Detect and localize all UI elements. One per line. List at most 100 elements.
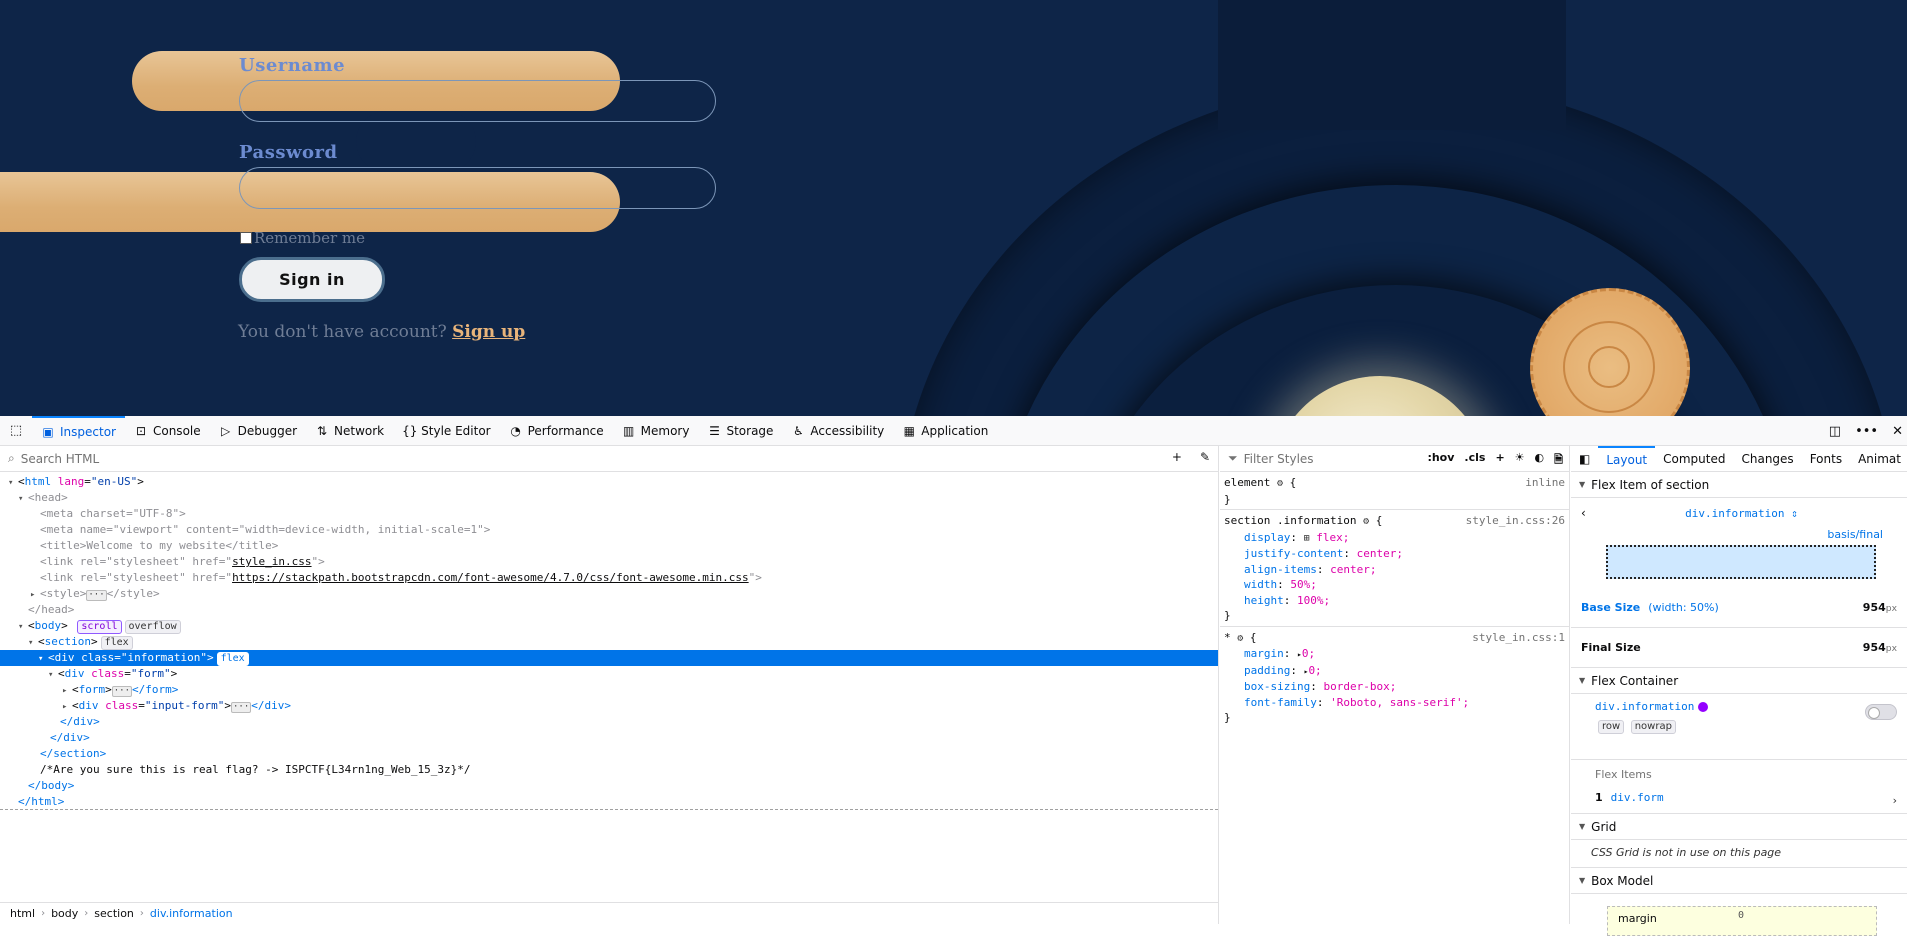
tab-console[interactable]: ⊡ Console bbox=[125, 416, 210, 446]
tab-memory[interactable]: ▥ Memory bbox=[613, 416, 699, 446]
flex-icon[interactable]: ⊞ bbox=[1304, 533, 1310, 544]
more-options-icon[interactable]: ••• bbox=[1855, 424, 1878, 439]
tree-row-link-fa[interactable]: <link rel="stylesheet" href="https://sta… bbox=[0, 570, 1218, 586]
tab-computed[interactable]: Computed bbox=[1655, 446, 1733, 471]
tree-row-style[interactable]: ▸ <style> ··· </style> bbox=[0, 586, 1218, 602]
collapsed-dots-icon[interactable]: ··· bbox=[230, 702, 252, 713]
hov-toggle[interactable]: :hov bbox=[1427, 451, 1454, 470]
css-prop[interactable]: padding: ▸0; bbox=[1224, 663, 1565, 680]
tree-row-head[interactable]: ▾ <head> bbox=[0, 490, 1218, 506]
tab-accessibility[interactable]: ♿ Accessibility bbox=[782, 416, 893, 446]
breadcrumb-html[interactable]: html bbox=[10, 907, 35, 920]
tree-row-body-close[interactable]: </body> bbox=[0, 778, 1218, 794]
tree-row-link-style[interactable]: <link rel="stylesheet" href="style_in.cs… bbox=[0, 554, 1218, 570]
tab-storage[interactable]: ☰ Storage bbox=[698, 416, 782, 446]
sign-up-link[interactable]: Sign up bbox=[452, 322, 525, 342]
tree-row-div-information-close[interactable]: </div> bbox=[0, 730, 1218, 746]
margin-value[interactable]: 0 bbox=[1738, 910, 1744, 921]
dock-icon[interactable]: ◫ bbox=[1829, 424, 1841, 439]
password-input[interactable] bbox=[239, 167, 716, 209]
flex-container-header[interactable]: ▼ Flex Container bbox=[1571, 668, 1907, 694]
add-rule-icon[interactable]: + bbox=[1495, 451, 1504, 470]
flex-highlight-color-icon[interactable] bbox=[1698, 702, 1709, 712]
grid-header[interactable]: ▼ Grid bbox=[1571, 814, 1907, 840]
selector-gear-icon[interactable]: ⚙ bbox=[1363, 516, 1369, 527]
tree-row-comment[interactable]: /*Are you sure this is real flag? -> ISP… bbox=[0, 762, 1218, 778]
css-prop[interactable]: display: ⊞ flex; bbox=[1224, 530, 1565, 547]
tree-row-section[interactable]: ▾ <section> flex bbox=[0, 634, 1218, 650]
close-icon[interactable]: ✕ bbox=[1892, 424, 1903, 439]
collapsed-dots-icon[interactable]: ··· bbox=[111, 686, 133, 697]
overflow-badge[interactable]: overflow bbox=[124, 620, 181, 634]
css-prop[interactable]: width: 50%; bbox=[1224, 577, 1565, 593]
tab-changes[interactable]: Changes bbox=[1733, 446, 1801, 471]
tree-row-div-form-close[interactable]: </div> bbox=[0, 714, 1218, 730]
rule-source[interactable]: inline bbox=[1525, 475, 1565, 491]
css-prop[interactable]: box-sizing: border-box; bbox=[1224, 679, 1565, 695]
tree-row-html-close[interactable]: </html> bbox=[0, 794, 1218, 810]
tab-animations[interactable]: Animat bbox=[1850, 446, 1907, 471]
css-prop[interactable]: margin: ▸0; bbox=[1224, 646, 1565, 663]
search-html-bar[interactable]: ⌕ Search HTML + ✎ bbox=[0, 446, 1218, 472]
tab-network[interactable]: ⇅ Network bbox=[306, 416, 393, 446]
tab-fonts[interactable]: Fonts bbox=[1802, 446, 1850, 471]
tab-layout[interactable]: Layout bbox=[1598, 446, 1656, 471]
tree-row-html[interactable]: ▾ <html lang="en-US"> bbox=[0, 474, 1218, 490]
scroll-badge[interactable]: scroll bbox=[77, 620, 122, 634]
element-picker-icon[interactable]: ⬚ bbox=[0, 416, 32, 446]
css-prop[interactable]: justify-content: center; bbox=[1224, 546, 1565, 562]
flexbox-highlight-toggle[interactable] bbox=[1865, 704, 1897, 720]
tree-row-div-information[interactable]: ▾ <div class="information"> flex bbox=[0, 650, 1218, 666]
selector-gear-icon[interactable]: ⚙ bbox=[1237, 633, 1243, 644]
tree-row-div-input-form[interactable]: ▸ <div class="input-form"> ··· </div> bbox=[0, 698, 1218, 714]
css-prop[interactable]: align-items: center; bbox=[1224, 562, 1565, 578]
cls-toggle[interactable]: .cls bbox=[1464, 451, 1485, 470]
final-size-row: Final Size 954px bbox=[1571, 628, 1907, 668]
tab-debugger[interactable]: ▷ Debugger bbox=[210, 416, 306, 446]
tree-row-meta-viewport[interactable]: <meta name="viewport" content="width=dev… bbox=[0, 522, 1218, 538]
chevron-right-icon[interactable]: › bbox=[1893, 794, 1897, 807]
dark-theme-icon[interactable]: ◐ bbox=[1535, 451, 1545, 470]
filter-styles-bar[interactable]: ⏷ Filter Styles :hov .cls + ☀ ◐ 🗎 bbox=[1220, 446, 1569, 472]
flex-badge-information[interactable]: flex bbox=[216, 652, 249, 666]
remember-checkbox[interactable] bbox=[240, 232, 252, 244]
tree-row-form[interactable]: ▸ <form> ··· </form> bbox=[0, 682, 1218, 698]
search-html-input[interactable]: Search HTML bbox=[21, 452, 99, 466]
username-input[interactable] bbox=[239, 80, 716, 122]
tab-style-editor[interactable]: {} Style Editor bbox=[393, 416, 499, 446]
tree-row-head-close[interactable]: </head> bbox=[0, 602, 1218, 618]
flex-item-entry[interactable]: 1 div.form bbox=[1595, 791, 1883, 804]
eyedropper-icon[interactable]: ✎ bbox=[1200, 450, 1210, 464]
css-prop[interactable]: font-family: 'Roboto, sans-serif'; bbox=[1224, 695, 1565, 711]
breadcrumb-div-information[interactable]: div.information bbox=[150, 907, 233, 920]
breadcrumb-section[interactable]: section bbox=[94, 907, 134, 920]
inspector-icon: ▣ bbox=[42, 424, 54, 439]
rule-source[interactable]: style_in.css:1 bbox=[1472, 630, 1565, 646]
flex-item-section-header[interactable]: ▼ Flex Item of section bbox=[1571, 472, 1907, 498]
flex-badge-section[interactable]: flex bbox=[100, 636, 133, 650]
tree-row-meta-charset[interactable]: <meta charset="UTF-8"> bbox=[0, 506, 1218, 522]
add-node-icon[interactable]: + bbox=[1172, 450, 1182, 464]
tab-inspector[interactable]: ▣ Inspector bbox=[32, 415, 125, 446]
flex-container-element[interactable]: div.information bbox=[1595, 700, 1694, 713]
sidebar-toggle-icon[interactable]: ◧ bbox=[1571, 446, 1598, 471]
tab-performance[interactable]: ◔ Performance bbox=[500, 416, 613, 446]
back-arrow-icon[interactable]: ‹ bbox=[1581, 506, 1586, 520]
box-model-header[interactable]: ▼ Box Model bbox=[1571, 868, 1907, 894]
rule-source[interactable]: style_in.css:26 bbox=[1466, 513, 1565, 529]
print-media-icon[interactable]: 🗎 bbox=[1554, 451, 1563, 470]
tree-row-div-form[interactable]: ▾ <div class="form"> bbox=[0, 666, 1218, 682]
tree-row-section-close[interactable]: </section> bbox=[0, 746, 1218, 762]
selector-gear-icon[interactable]: ⚙ bbox=[1277, 478, 1283, 489]
css-prop[interactable]: height: 100%; bbox=[1224, 593, 1565, 609]
filter-styles-input[interactable]: Filter Styles bbox=[1244, 452, 1314, 466]
collapsed-dots-icon[interactable]: ··· bbox=[86, 590, 107, 601]
tab-application[interactable]: ▦ Application bbox=[893, 416, 997, 446]
breadcrumb-body[interactable]: body bbox=[51, 907, 78, 920]
tree-row-title[interactable]: <title>Welcome to my website</title> bbox=[0, 538, 1218, 554]
tree-row-body[interactable]: ▾ <body> scroll overflow bbox=[0, 618, 1218, 634]
sign-in-button[interactable]: Sign in bbox=[239, 257, 385, 302]
flex-item-selector[interactable]: div.information ⇕ bbox=[1685, 507, 1798, 520]
rule-element: element ⚙ { inline } bbox=[1220, 472, 1569, 510]
light-theme-icon[interactable]: ☀ bbox=[1515, 451, 1525, 470]
